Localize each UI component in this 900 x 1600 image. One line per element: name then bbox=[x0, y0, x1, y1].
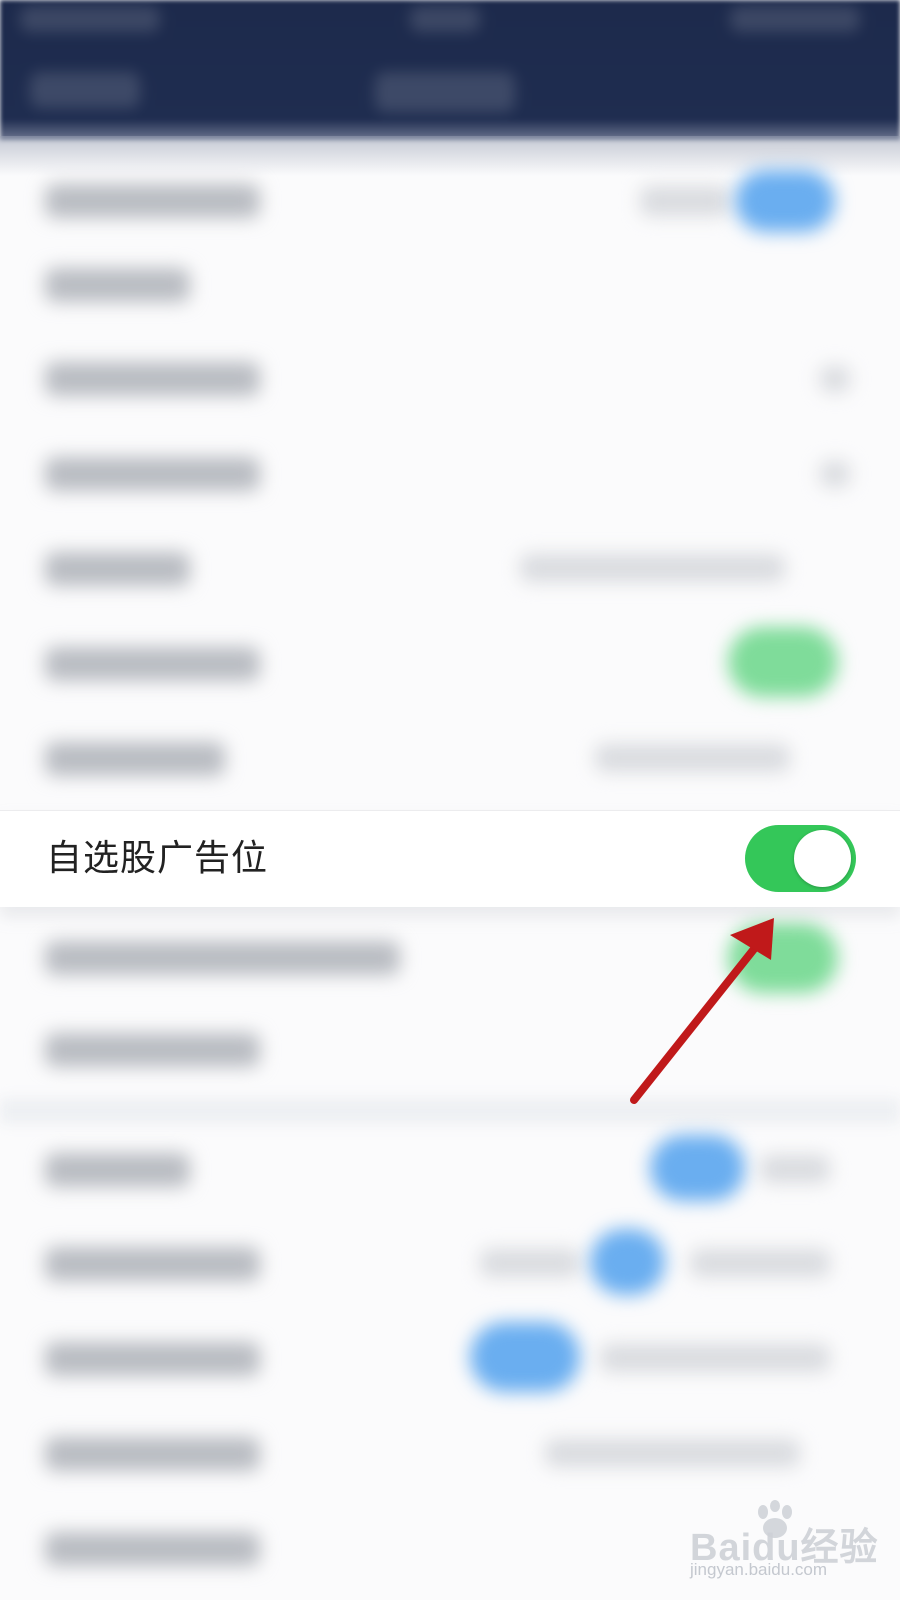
settings-row-watchlist-ad[interactable]: 自选股广告位 bbox=[0, 810, 900, 907]
settings-row-blurred[interactable] bbox=[0, 425, 900, 520]
settings-row-blurred[interactable] bbox=[0, 160, 900, 240]
settings-row-blurred[interactable] bbox=[0, 520, 900, 615]
page-title-blurred bbox=[375, 72, 515, 112]
settings-row-blurred[interactable] bbox=[0, 1215, 900, 1310]
ad-slot-toggle-switch[interactable] bbox=[745, 825, 856, 892]
setting-label: 自选股广告位 bbox=[46, 838, 269, 879]
settings-row-blurred[interactable] bbox=[0, 1125, 900, 1215]
watermark: Baidu经验 jingyan.baidu.com bbox=[690, 1500, 890, 1590]
settings-row-blurred[interactable] bbox=[0, 710, 900, 805]
status-bar-center-blurred bbox=[410, 6, 480, 32]
settings-row-blurred[interactable] bbox=[0, 615, 900, 710]
nav-header-blurred bbox=[0, 0, 900, 140]
back-button-blurred[interactable] bbox=[30, 72, 140, 108]
settings-row-blurred[interactable] bbox=[0, 1405, 900, 1500]
settings-row-blurred[interactable] bbox=[0, 1310, 900, 1405]
settings-row-blurred[interactable] bbox=[0, 240, 900, 330]
watermark-url: jingyan.baidu.com bbox=[690, 1560, 828, 1579]
settings-row-blurred[interactable] bbox=[0, 330, 900, 425]
section-separator bbox=[0, 1098, 900, 1124]
status-bar-battery-blurred bbox=[730, 6, 860, 32]
settings-row-blurred[interactable] bbox=[0, 1005, 900, 1095]
settings-row-blurred[interactable] bbox=[0, 915, 900, 1005]
status-bar-time-blurred bbox=[20, 6, 160, 32]
toggle-knob bbox=[794, 830, 851, 887]
